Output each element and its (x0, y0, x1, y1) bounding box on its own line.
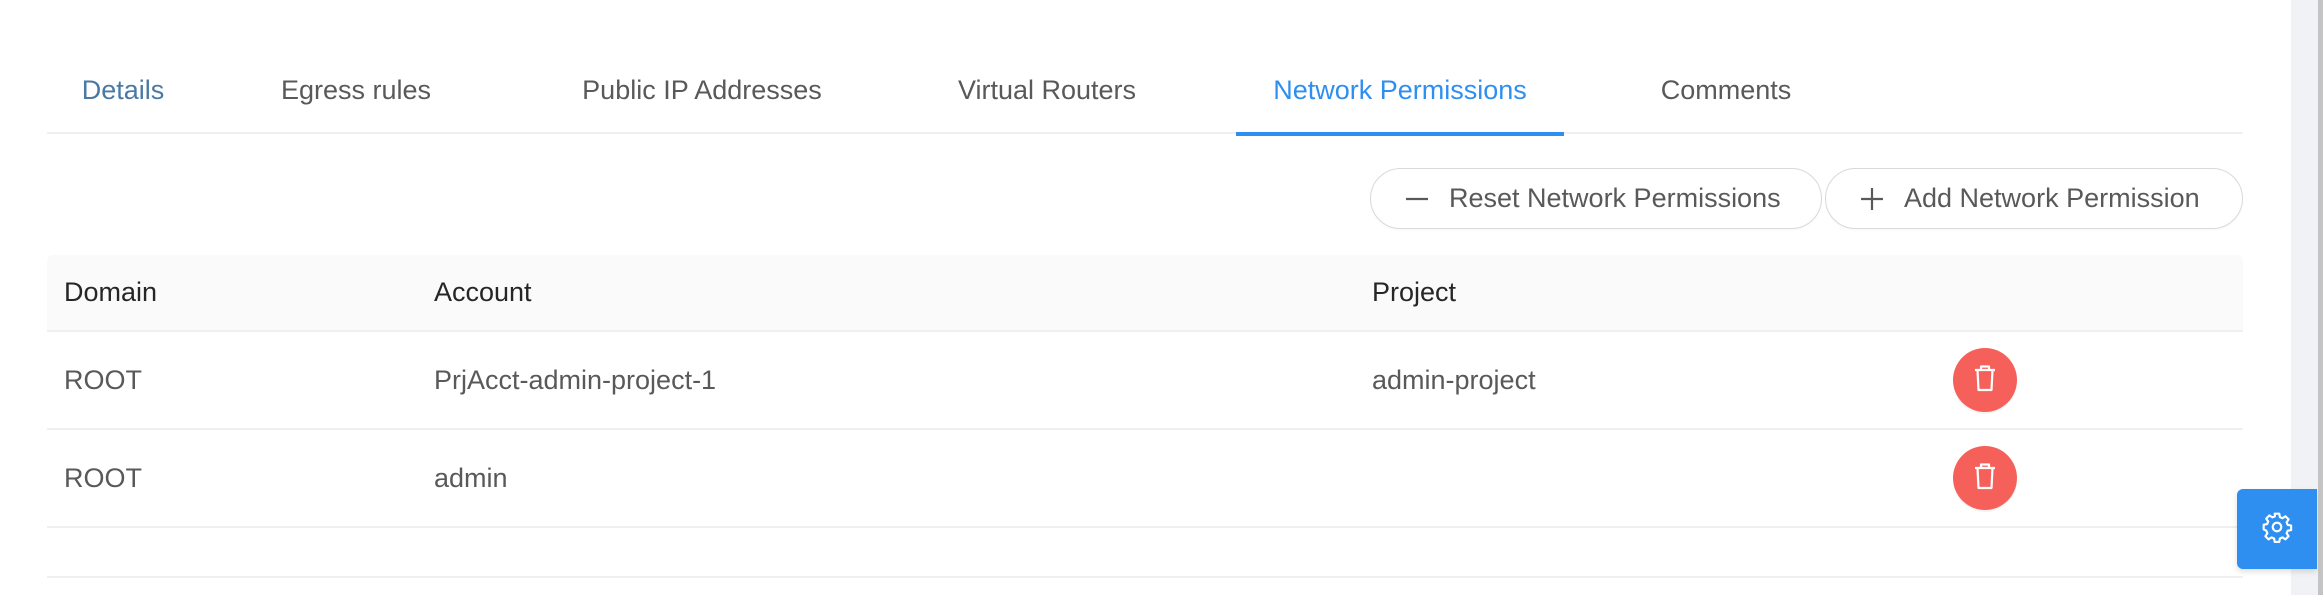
table-footer-divider (47, 527, 2243, 578)
reset-network-permissions-button[interactable]: Reset Network Permissions (1370, 168, 1822, 229)
page-scrollbar[interactable] (2318, 0, 2323, 595)
table-row: ROOT PrjAcct-admin-project-1 admin-proje… (47, 332, 2243, 430)
plus-icon (1860, 187, 1884, 211)
cell-account: PrjAcct-admin-project-1 (434, 365, 717, 395)
cell-account: admin (434, 463, 508, 493)
tab-virtual-routers[interactable]: Virtual Routers (923, 0, 1171, 134)
add-network-permission-label: Add Network Permission (1904, 183, 2200, 213)
column-header-project[interactable]: Project (1372, 255, 1456, 330)
column-header-domain[interactable]: Domain (64, 255, 157, 330)
tab-network-permissions[interactable]: Network Permissions (1236, 0, 1564, 136)
network-detail-card: Details Egress rules Public IP Addresses… (0, 0, 2291, 595)
delete-icon (1972, 462, 1998, 495)
table-row: ROOT admin (47, 430, 2243, 528)
tab-comments[interactable]: Comments (1627, 0, 1825, 134)
column-header-account[interactable]: Account (434, 255, 532, 330)
gear-icon (2261, 511, 2293, 548)
table-header: Domain Account Project (47, 255, 2243, 332)
tab-public-ip-addresses[interactable]: Public IP Addresses (547, 0, 857, 134)
reset-network-permissions-label: Reset Network Permissions (1449, 183, 1781, 213)
delete-icon (1972, 364, 1998, 397)
cell-domain: ROOT (64, 365, 142, 395)
add-network-permission-button[interactable]: Add Network Permission (1825, 168, 2243, 229)
minus-icon (1405, 187, 1429, 211)
delete-permission-button[interactable] (1953, 348, 2017, 412)
cell-domain: ROOT (64, 463, 142, 493)
cell-project: admin-project (1372, 365, 1536, 395)
tab-bar: Details Egress rules Public IP Addresses… (47, 0, 2243, 136)
delete-permission-button[interactable] (1953, 446, 2017, 510)
tab-egress-rules[interactable]: Egress rules (262, 0, 450, 134)
settings-button[interactable] (2237, 489, 2317, 569)
tab-details[interactable]: Details (50, 0, 196, 134)
